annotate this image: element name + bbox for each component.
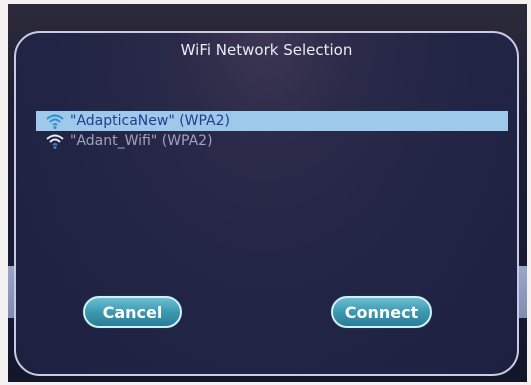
network-ssid: "AdapticaNew" (WPA2) (70, 113, 231, 129)
device-screen: WiFi Network Selection "AdapticaNew" (WP… (8, 4, 527, 382)
network-ssid: "Adant_Wifi" (WPA2) (70, 133, 213, 149)
cancel-button[interactable]: Cancel (83, 296, 182, 328)
wifi-icon (46, 114, 64, 129)
connect-button[interactable]: Connect (331, 296, 432, 328)
network-item-adant-wifi[interactable]: "Adant_Wifi" (WPA2) (36, 131, 508, 151)
wifi-selection-dialog: WiFi Network Selection "AdapticaNew" (WP… (14, 31, 519, 376)
wifi-icon (46, 134, 64, 149)
network-item-adapticanew[interactable]: "AdapticaNew" (WPA2) (36, 111, 508, 131)
dialog-title: WiFi Network Selection (180, 41, 353, 59)
network-list[interactable]: "AdapticaNew" (WPA2) "Adant_Wifi" (WPA2) (36, 111, 508, 151)
